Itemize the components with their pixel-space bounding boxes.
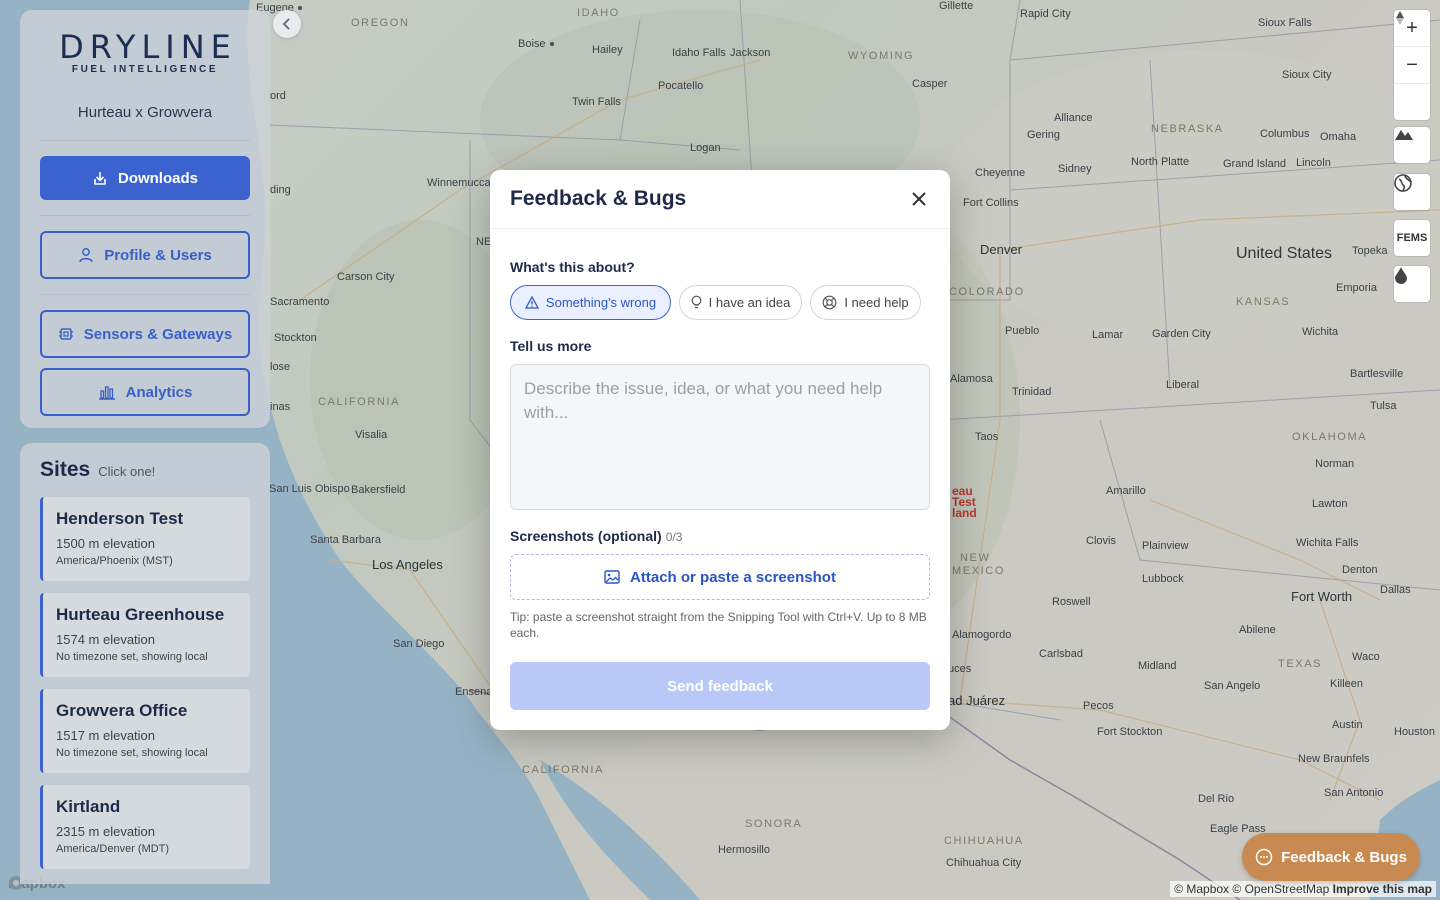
profile-users-button[interactable]: Profile & Users xyxy=(40,231,250,279)
user-icon xyxy=(79,248,93,263)
chip-label: I have an idea xyxy=(708,295,791,310)
site-name: Henderson Test xyxy=(56,509,184,528)
sensors-gateways-button[interactable]: Sensors & Gateways xyxy=(40,310,250,358)
screenshots-label: Screenshots (optional) 0/3 xyxy=(510,528,682,544)
modal-title: Feedback & Bugs xyxy=(510,187,687,210)
sidebar-nav-panel: DRYLINE FUEL INTELLIGENCE Hurteau x Grow… xyxy=(20,10,270,428)
globe-icon xyxy=(1394,174,1412,192)
warning-icon xyxy=(524,296,539,309)
image-icon xyxy=(604,570,620,584)
site-card[interactable]: Growvera Office 1517 m elevation No time… xyxy=(40,689,250,773)
site-name: Hurteau Greenhouse xyxy=(56,605,225,624)
tell-us-more-label: Tell us more xyxy=(510,338,592,354)
downloads-button[interactable]: Downloads xyxy=(40,156,250,200)
site-timezone: No timezone set, showing local xyxy=(56,747,208,759)
chip-help[interactable]: I need help xyxy=(810,285,921,320)
tip-text: Tip: paste a screenshot straight from th… xyxy=(510,610,927,640)
chip-icon xyxy=(58,328,73,340)
attach-label: Attach or paste a screenshot xyxy=(630,568,836,586)
downloads-label: Downloads xyxy=(117,169,198,187)
chip-something-wrong[interactable]: Something's wrong xyxy=(510,285,671,320)
feedback-modal: Feedback & Bugs What's this about? Somet… xyxy=(490,170,950,730)
site-elevation: 2315 m elevation xyxy=(56,824,156,839)
site-name: Growvera Office xyxy=(56,701,188,720)
droplet-icon xyxy=(1395,267,1407,284)
compass-button[interactable] xyxy=(1394,11,1430,120)
zoom-control: + − xyxy=(1394,10,1430,120)
chevron-left-icon xyxy=(282,18,290,30)
profile-users-label: Profile & Users xyxy=(104,246,212,264)
screenshots-label-text: Screenshots (optional) xyxy=(510,528,662,544)
attribution-mapbox-link[interactable]: © Mapbox xyxy=(1174,882,1229,896)
sites-hint: Click one! xyxy=(98,464,156,479)
zoom-out-button[interactable]: − xyxy=(1394,47,1430,84)
divider xyxy=(40,294,250,295)
mountain-icon xyxy=(1395,130,1413,140)
improve-map-link[interactable]: Improve this map xyxy=(1333,882,1432,896)
fab-label: Feedback & Bugs xyxy=(1281,848,1407,866)
divider xyxy=(40,140,250,141)
terrain-button[interactable] xyxy=(1394,127,1430,163)
sites-panel: Sites Click one! Henderson Test 1500 m e… xyxy=(20,443,270,884)
site-card[interactable]: Kirtland 2315 m elevation America/Denver… xyxy=(40,785,250,869)
lifebuoy-icon xyxy=(822,295,837,310)
send-feedback-button[interactable]: Send feedback xyxy=(510,662,930,710)
collapse-sidebar-button[interactable] xyxy=(273,10,301,38)
site-elevation: 1500 m elevation xyxy=(56,536,156,551)
site-card[interactable]: Hurteau Greenhouse 1574 m elevation No t… xyxy=(40,593,250,677)
feedback-fab-button[interactable]: Feedback & Bugs xyxy=(1242,833,1420,881)
brand-logo: DRYLINE FUEL INTELLIGENCE xyxy=(20,30,270,75)
chat-icon xyxy=(1255,848,1273,866)
moisture-layer-button[interactable] xyxy=(1394,266,1430,302)
globe-button[interactable] xyxy=(1394,174,1430,210)
chip-label: Something's wrong xyxy=(545,295,657,310)
download-icon xyxy=(94,172,106,185)
compass-icon xyxy=(1396,11,1404,25)
bar-chart-icon xyxy=(98,386,115,400)
about-label: What's this about? xyxy=(510,259,635,275)
site-card[interactable]: Henderson Test 1500 m elevation America/… xyxy=(40,497,250,581)
site-timezone: America/Phoenix (MST) xyxy=(56,555,173,567)
close-button[interactable] xyxy=(908,188,930,210)
organization-name: Hurteau x Growvera xyxy=(77,104,213,121)
close-icon xyxy=(912,192,926,206)
feedback-textarea[interactable] xyxy=(510,364,930,510)
site-elevation: 1517 m elevation xyxy=(56,728,156,743)
divider xyxy=(490,228,950,229)
sites-header: Sites Click one! xyxy=(40,458,155,482)
attribution-osm-link[interactable]: © OpenStreetMap xyxy=(1232,882,1329,896)
chip-label: I need help xyxy=(844,295,909,310)
brand-wordmark: DRYLINE xyxy=(59,28,237,66)
screenshots-count: 0/3 xyxy=(665,530,683,544)
lightbulb-icon xyxy=(691,295,702,309)
chip-idea[interactable]: I have an idea xyxy=(679,285,802,320)
map-attribution: © Mapbox © OpenStreetMap Improve this ma… xyxy=(1170,881,1436,897)
site-name: Kirtland xyxy=(56,797,121,816)
divider xyxy=(40,215,250,216)
fems-layer-button[interactable]: FEMS xyxy=(1394,220,1430,256)
analytics-button[interactable]: Analytics xyxy=(40,368,250,416)
site-elevation: 1574 m elevation xyxy=(56,632,156,647)
site-timezone: No timezone set, showing local xyxy=(56,651,208,663)
sites-title: Sites xyxy=(40,458,91,481)
analytics-label: Analytics xyxy=(125,383,193,401)
sensors-gateways-label: Sensors & Gateways xyxy=(83,325,233,343)
attach-screenshot-button[interactable]: Attach or paste a screenshot xyxy=(510,554,930,600)
site-timezone: America/Denver (MDT) xyxy=(56,843,170,855)
